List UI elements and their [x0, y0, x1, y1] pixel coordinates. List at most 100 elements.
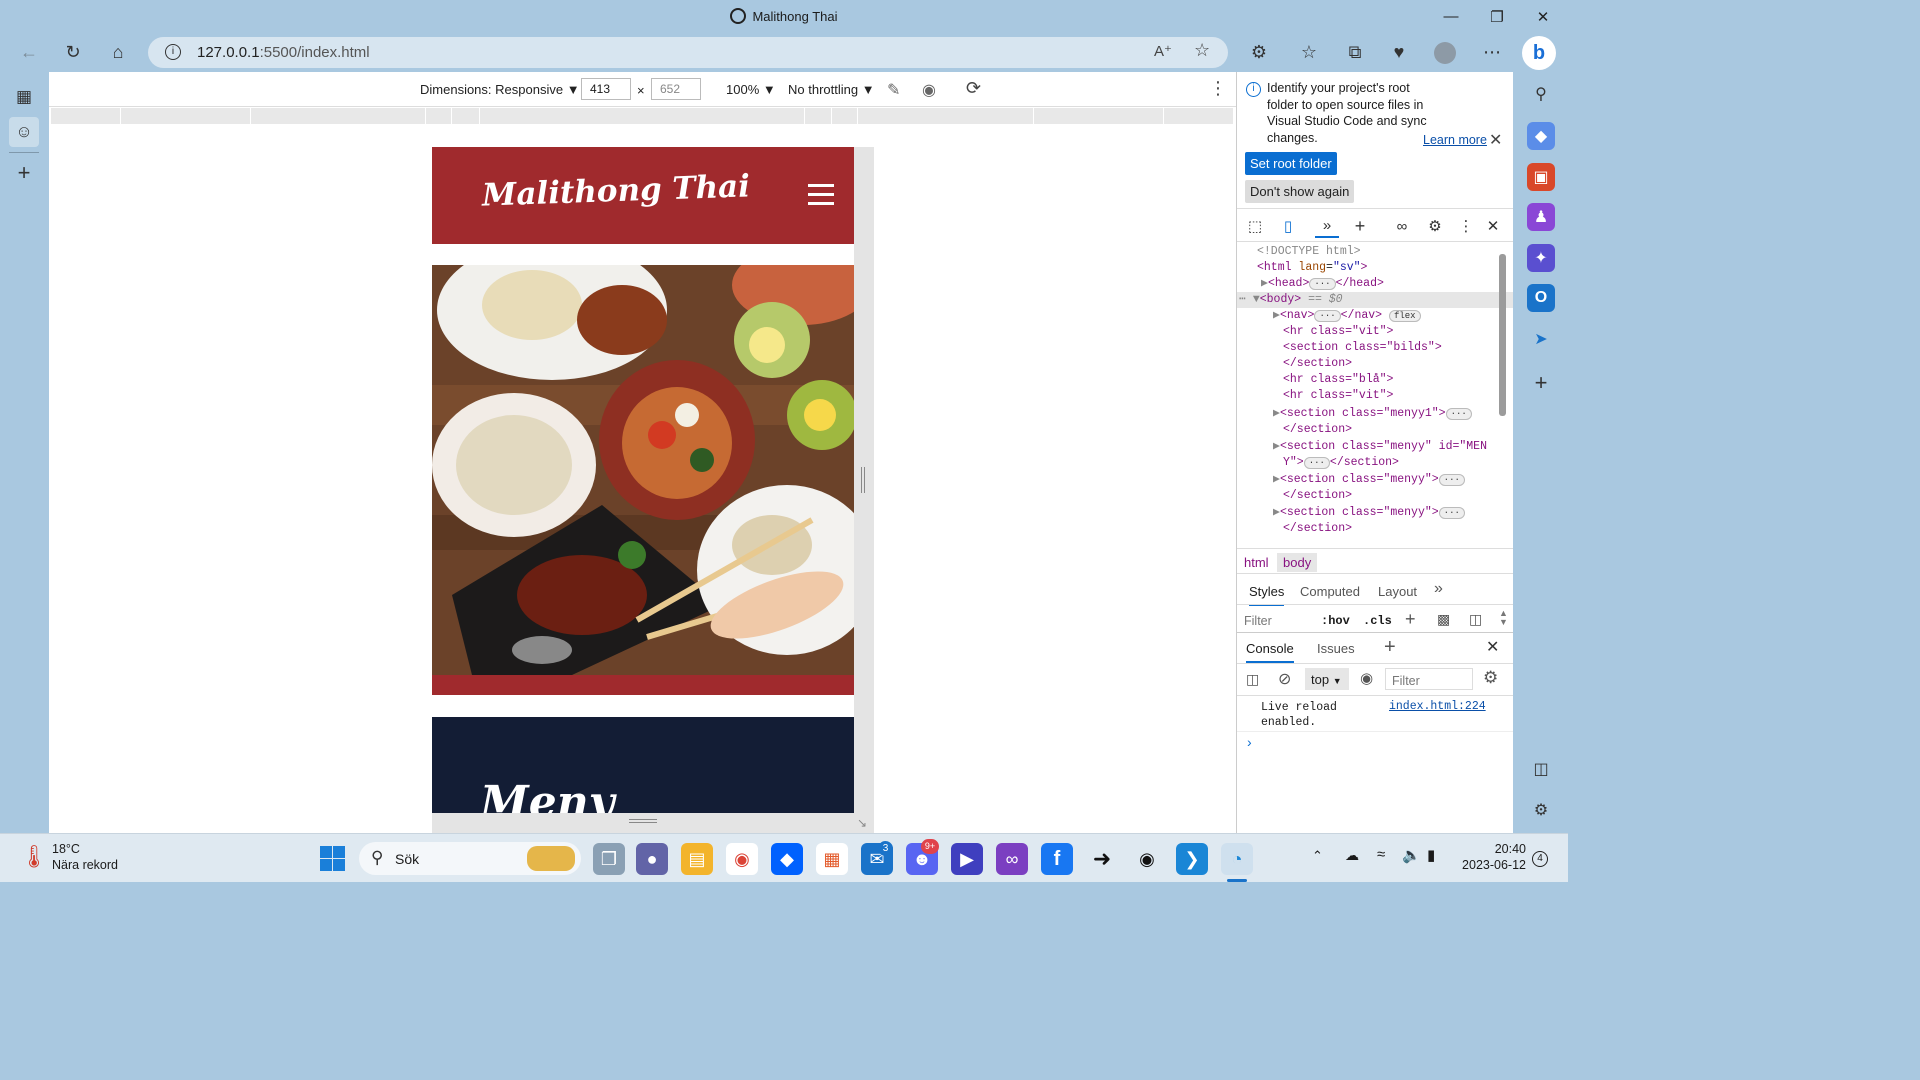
expand-arrow-icon[interactable]: ▶: [1273, 309, 1280, 322]
start-windows-icon[interactable]: [320, 846, 345, 871]
heart-pulse-icon[interactable]: ♥: [1384, 37, 1414, 67]
chrome-icon[interactable]: ◉: [726, 843, 758, 875]
more-dots-icon[interactable]: ⋯: [1239, 293, 1246, 306]
collapsed-badge[interactable]: ···: [1445, 408, 1472, 420]
new-tab-icon[interactable]: +: [9, 158, 39, 188]
games-icon[interactable]: ♟: [1527, 203, 1555, 231]
collapsed-badge[interactable]: ···: [1438, 507, 1465, 519]
zoom-dropdown[interactable]: 100% ▼: [726, 82, 776, 97]
clock-time[interactable]: 20:40: [1488, 842, 1526, 856]
refresh-icon[interactable]: ↻: [58, 37, 88, 67]
close-infobar-icon[interactable]: ✕: [1489, 130, 1502, 150]
expand-arrow-icon[interactable]: ▶: [1273, 440, 1280, 453]
dimensions-dropdown[interactable]: Dimensions: Responsive ▼: [420, 82, 580, 97]
dom-head[interactable]: ▶<head> ··· </head>: [1261, 276, 1384, 292]
add-sidebar-app-icon[interactable]: +: [1527, 369, 1555, 397]
collapsed-badge[interactable]: ···: [1309, 278, 1336, 290]
volume-icon[interactable]: 🔈: [1402, 846, 1421, 864]
more-options-icon[interactable]: ⋯: [1477, 37, 1507, 67]
dom-section-menyy[interactable]: ▶<section class="menyy"> ···: [1273, 472, 1465, 488]
breadcrumb-body[interactable]: body: [1277, 553, 1318, 572]
cloud-icon[interactable]: ☁: [1345, 847, 1359, 864]
file-explorer-icon[interactable]: ▤: [681, 843, 713, 875]
dom-hr-vit[interactable]: <hr class="vit">: [1283, 388, 1393, 404]
add-favorite-icon[interactable]: ☆: [1194, 40, 1210, 61]
back-icon[interactable]: ←: [14, 37, 44, 67]
hide-sidebar-icon[interactable]: ◫: [1527, 755, 1555, 783]
task-view-icon[interactable]: ❐: [593, 843, 625, 875]
dom-section-menyy-id-cont[interactable]: Y"> ··· </section>: [1283, 455, 1399, 471]
active-tab-icon[interactable]: ☺: [9, 117, 39, 147]
breadcrumb-html[interactable]: html: [1238, 553, 1275, 572]
devtools-more-icon[interactable]: ⋮: [1454, 214, 1478, 238]
context-selector[interactable]: top ▼: [1305, 668, 1349, 690]
read-aloud-icon[interactable]: A⁺: [1154, 42, 1172, 60]
microsoft-store-icon[interactable]: ▦: [816, 843, 848, 875]
collections-icon[interactable]: ⧉: [1340, 37, 1370, 67]
console-source-link[interactable]: index.html:224: [1389, 700, 1486, 713]
dom-html[interactable]: <html lang="sv">: [1257, 260, 1367, 276]
tab-styles[interactable]: Styles: [1249, 584, 1285, 606]
tab-console[interactable]: Console: [1246, 641, 1294, 663]
console-settings-icon[interactable]: ⚙: [1483, 668, 1498, 688]
more-tools-chevron-icon[interactable]: »: [1315, 214, 1339, 238]
copilot-taskbar-icon[interactable]: ▶: [951, 843, 983, 875]
favorites-icon[interactable]: ☆: [1294, 37, 1324, 67]
live-expression-icon[interactable]: ◉: [1360, 669, 1373, 687]
restore-icon[interactable]: ❐: [1474, 0, 1520, 33]
toggle-sidebar-icon[interactable]: ◫: [1469, 611, 1482, 628]
set-root-folder-button[interactable]: Set root folder: [1245, 152, 1337, 175]
edge-icon[interactable]: ◔: [1221, 843, 1253, 875]
dropbox-icon[interactable]: ◆: [771, 843, 803, 875]
eyedropper-icon[interactable]: ✎: [887, 80, 900, 100]
extensions-icon[interactable]: ⚙: [1244, 37, 1274, 67]
width-resize-handle[interactable]: [861, 467, 865, 493]
tab-actions-icon[interactable]: ▦: [9, 82, 39, 112]
dont-show-again-button[interactable]: Don't show again: [1245, 180, 1355, 203]
lightning-app-icon[interactable]: ➜: [1086, 843, 1118, 875]
corner-resize-handle[interactable]: ↘: [857, 816, 867, 830]
connections-icon[interactable]: ∞: [1390, 214, 1414, 238]
collapsed-badge[interactable]: ···: [1438, 474, 1465, 486]
dom-section-close[interactable]: </section>: [1283, 521, 1352, 537]
console-filter-input[interactable]: Filter: [1385, 668, 1473, 690]
battery-icon[interactable]: ▮: [1427, 846, 1435, 864]
dom-section-close[interactable]: </section>: [1283, 422, 1352, 438]
obs-icon[interactable]: ◉: [1131, 843, 1163, 875]
dom-section-bilds[interactable]: <section class="bilds">: [1283, 340, 1442, 356]
ruler-segment[interactable]: [452, 108, 480, 124]
show-hidden-icons-chevron-icon[interactable]: ⌃: [1312, 848, 1323, 864]
clock-date[interactable]: 2023-06-12: [1458, 858, 1526, 872]
clear-console-icon[interactable]: ⊘: [1278, 669, 1291, 689]
settings-gear-icon[interactable]: ⚙: [1423, 214, 1447, 238]
cls-toggle[interactable]: .cls: [1363, 614, 1392, 628]
notification-count[interactable]: 4: [1532, 851, 1548, 867]
collapse-arrow-icon[interactable]: ▼: [1253, 293, 1260, 306]
url-text[interactable]: 127.0.0.1:5500/index.html: [197, 44, 370, 61]
copilot-app-icon[interactable]: ✦: [1527, 244, 1555, 272]
bing-copilot-icon[interactable]: b: [1522, 36, 1556, 70]
tab-computed[interactable]: Computed: [1300, 584, 1360, 599]
learn-more-link[interactable]: Learn more: [1423, 133, 1487, 147]
ruler-segment[interactable]: [251, 108, 426, 124]
flex-badge[interactable]: flex: [1388, 310, 1421, 322]
ruler-segment[interactable]: [858, 108, 1034, 124]
outlook-icon[interactable]: O: [1527, 284, 1555, 312]
inspect-element-icon[interactable]: ⬚: [1243, 214, 1267, 238]
collapsed-badge[interactable]: ···: [1303, 457, 1330, 469]
wifi-icon[interactable]: ≈: [1377, 846, 1385, 863]
dom-nav[interactable]: ▶<nav> ··· </nav> flex: [1273, 308, 1421, 324]
throttling-dropdown[interactable]: No throttling ▼: [788, 82, 875, 97]
ruler-segment[interactable]: [805, 108, 832, 124]
dom-section-close[interactable]: </section>: [1283, 488, 1352, 504]
ruler-segment[interactable]: [1164, 108, 1234, 124]
teams-icon[interactable]: ●: [636, 843, 668, 875]
site-logo[interactable]: Malithong Thai: [481, 168, 750, 213]
rotate-icon[interactable]: ⟳: [966, 78, 981, 99]
ruler-segment[interactable]: [121, 108, 251, 124]
address-bar[interactable]: i 127.0.0.1:5500/index.html A⁺ ☆: [148, 37, 1228, 68]
dom-doctype[interactable]: <!DOCTYPE html>: [1257, 244, 1361, 260]
hov-toggle[interactable]: :hov: [1321, 614, 1350, 628]
tab-issues[interactable]: Issues: [1317, 641, 1355, 656]
close-icon[interactable]: ✕: [1520, 0, 1566, 33]
